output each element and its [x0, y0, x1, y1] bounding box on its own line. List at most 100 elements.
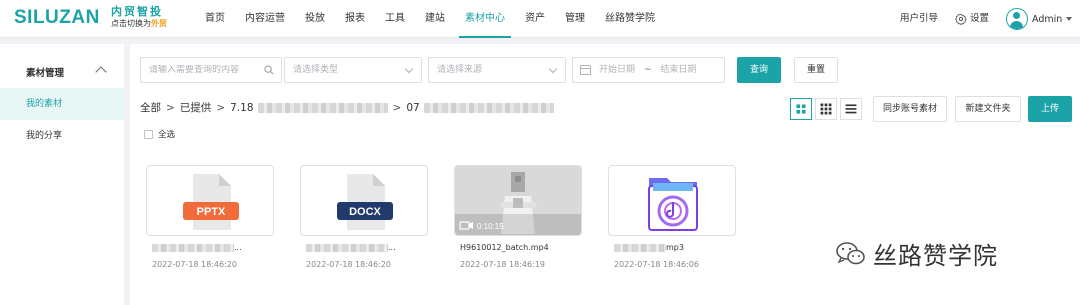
- select-all[interactable]: 全选: [144, 128, 175, 140]
- search-field[interactable]: [140, 57, 282, 83]
- file-name: ...: [152, 243, 242, 252]
- search-input[interactable]: [149, 65, 249, 75]
- chevron-down-icon: [404, 64, 414, 74]
- logo-side: 内贸智投 点击切换为外贸: [111, 6, 191, 29]
- grid-small-view-button[interactable]: [815, 98, 837, 120]
- pptx-file-icon: PPTX: [183, 174, 239, 230]
- blurred-text: [152, 243, 234, 252]
- user-name: Admin: [1032, 13, 1063, 25]
- gear-icon: [955, 13, 967, 25]
- sidebar-item-my-materials[interactable]: 我的素材: [0, 88, 124, 120]
- caret-down-icon: [1066, 17, 1073, 21]
- type-select[interactable]: 请选择类型: [284, 57, 422, 83]
- breadcrumb-level3-text: 07: [406, 101, 420, 114]
- breadcrumb: 全部 > 已提供 > 7.18 > 07: [140, 100, 554, 115]
- blurred-text: [614, 243, 666, 252]
- breadcrumb-level2[interactable]: 7.18: [230, 101, 388, 114]
- video-duration: 0:10:15: [477, 222, 504, 231]
- file-card-video[interactable]: 0:10:15: [454, 165, 582, 236]
- nav-item-content-ops[interactable]: 内容运营: [235, 0, 295, 38]
- video-thumbnail: 0:10:15: [455, 166, 581, 235]
- blurred-text: [306, 243, 388, 252]
- sidebar-item-my-shares[interactable]: 我的分享: [0, 120, 124, 152]
- sync-account-materials-button[interactable]: 同步账号素材: [873, 96, 947, 122]
- blurred-text: [257, 102, 388, 113]
- pptx-label: PPTX: [197, 206, 226, 218]
- breadcrumb-level2-text: 7.18: [230, 101, 254, 114]
- nav-item-material-center[interactable]: 素材中心: [455, 0, 515, 38]
- avatar: [1006, 8, 1028, 30]
- grid-large-view-button[interactable]: [790, 98, 812, 120]
- sidebar-group-material-management[interactable]: 素材管理: [0, 52, 124, 90]
- nav-item-academy[interactable]: 丝路赞学院: [595, 0, 665, 38]
- settings-label: 设置: [970, 13, 990, 24]
- nav-item-reports[interactable]: 报表: [335, 0, 375, 38]
- file-name-suffix: ...: [388, 243, 396, 252]
- switch-target: 外贸: [151, 19, 167, 28]
- date-range-separator: ~: [643, 65, 652, 75]
- chevron-right-icon: >: [216, 101, 226, 114]
- file-name-suffix: mp3: [666, 243, 684, 252]
- user-guide-link[interactable]: 用户引导: [900, 0, 938, 38]
- breadcrumb-level3[interactable]: 07: [406, 101, 554, 114]
- sidebar-group-label: 素材管理: [26, 68, 65, 79]
- user-menu[interactable]: Admin: [1006, 7, 1073, 31]
- nav-item-ads[interactable]: 投放: [295, 0, 335, 38]
- blurred-text: [423, 102, 554, 113]
- file-date: 2022-07-18 18:46:06: [614, 260, 699, 269]
- wechat-icon: [836, 241, 865, 264]
- file-date: 2022-07-18 18:46:20: [152, 260, 237, 269]
- source-select-placeholder: 请选择来源: [437, 65, 483, 75]
- grid-large-icon: [796, 104, 806, 114]
- list-icon: [845, 104, 857, 114]
- end-date-input[interactable]: 结束日期: [660, 65, 696, 75]
- sidebar: 素材管理 我的素材 我的分享: [0, 44, 124, 305]
- reset-button[interactable]: 重置: [794, 57, 838, 83]
- top-navigation-bar: SILUZAN 内贸智投 点击切换为外贸 首页 内容运营 投放 报表 工具 建站…: [0, 0, 1080, 38]
- file-date: 2022-07-18 18:46:20: [306, 260, 391, 269]
- switch-prefix: 点击切换为: [111, 19, 151, 28]
- file-card-audio[interactable]: [608, 165, 736, 236]
- nav-item-assets[interactable]: 资产: [515, 0, 555, 38]
- select-all-label: 全选: [158, 130, 176, 140]
- brand-name: 内贸智投: [111, 5, 163, 18]
- new-folder-button[interactable]: 新建文件夹: [955, 96, 1021, 122]
- audio-folder-icon: [648, 178, 698, 231]
- select-all-checkbox[interactable]: [144, 129, 153, 139]
- breadcrumb-level1[interactable]: 已提供: [180, 100, 212, 115]
- nav-item-tools[interactable]: 工具: [375, 0, 415, 38]
- nav-item-site-builder[interactable]: 建站: [415, 0, 455, 38]
- source-select[interactable]: 请选择来源: [428, 57, 566, 83]
- market-switch-link[interactable]: 点击切换为外贸: [111, 18, 191, 29]
- chevron-right-icon: >: [166, 101, 175, 114]
- logo-text: SILUZAN: [14, 7, 100, 28]
- file-name: ...: [306, 243, 396, 252]
- chevron-right-icon: >: [392, 101, 402, 114]
- date-range-picker[interactable]: 开始日期 ~ 结束日期: [572, 57, 725, 83]
- nav-item-home[interactable]: 首页: [195, 0, 235, 38]
- nav-item-management[interactable]: 管理: [555, 0, 595, 38]
- start-date-input[interactable]: 开始日期: [599, 65, 635, 75]
- file-date: 2022-07-18 18:46:19: [460, 260, 545, 269]
- chevron-up-icon: [95, 66, 107, 78]
- docx-label: DOCX: [349, 206, 381, 218]
- settings-button[interactable]: 设置: [955, 0, 989, 38]
- file-card-pptx[interactable]: PPTX: [146, 165, 274, 236]
- search-icon[interactable]: [264, 65, 274, 75]
- main-nav: 首页 内容运营 投放 报表 工具 建站 素材中心 资产 管理 丝路赞学院: [195, 0, 665, 38]
- watermark-text: 丝路赞学院: [873, 242, 998, 270]
- file-name: H9610012_batch.mp4: [460, 243, 549, 252]
- file-name: mp3: [614, 243, 684, 252]
- chevron-down-icon: [548, 64, 558, 74]
- upload-button[interactable]: 上传: [1028, 96, 1072, 122]
- logo[interactable]: SILUZAN 内贸智投 点击切换为外贸: [14, 6, 184, 32]
- wechat-watermark: 丝路赞学院: [835, 236, 998, 271]
- docx-file-icon: DOCX: [337, 174, 393, 230]
- calendar-icon: [580, 65, 591, 75]
- query-button[interactable]: 查询: [737, 57, 781, 83]
- type-select-placeholder: 请选择类型: [293, 65, 339, 75]
- file-card-docx[interactable]: DOCX: [300, 165, 428, 236]
- grid-small-icon: [820, 103, 832, 115]
- breadcrumb-root[interactable]: 全部: [140, 100, 161, 115]
- list-view-button[interactable]: [840, 98, 862, 120]
